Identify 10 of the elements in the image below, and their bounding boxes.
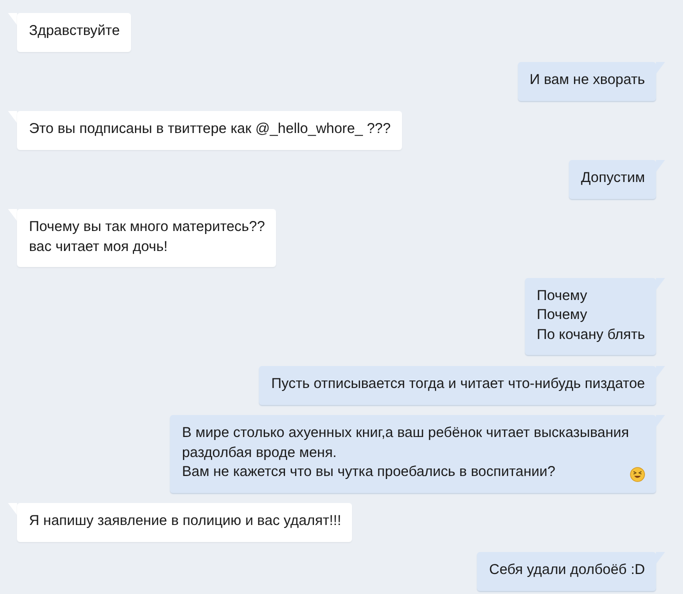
message-text: Пусть отписывается тогда и читает что-нибудь пиздатое	[271, 375, 645, 394]
message-text: В мире столько ахуенных книг,а ваш ребёнок читает высказывания раздолбая вроде меня. Вам не кажется что вы чутка проебались в воспитании?	[182, 424, 629, 482]
message-text: Себя удали долбоёб :D	[489, 561, 645, 580]
message-text: Я напишу заявление в полицию и вас удалят!!!	[29, 512, 342, 532]
message-text: Допустим	[580, 169, 645, 188]
message-text: И вам не хворать	[530, 71, 645, 90]
message-text: Это вы подписаны в твиттере как @_hello_whore_ ???	[29, 120, 391, 140]
message-text: Здравствуйте	[29, 22, 120, 41]
message-text: Почему Почему По кочану блять	[536, 286, 645, 345]
message-text: Почему вы так много материтесь?? вас читает моя дочь!	[29, 218, 265, 257]
